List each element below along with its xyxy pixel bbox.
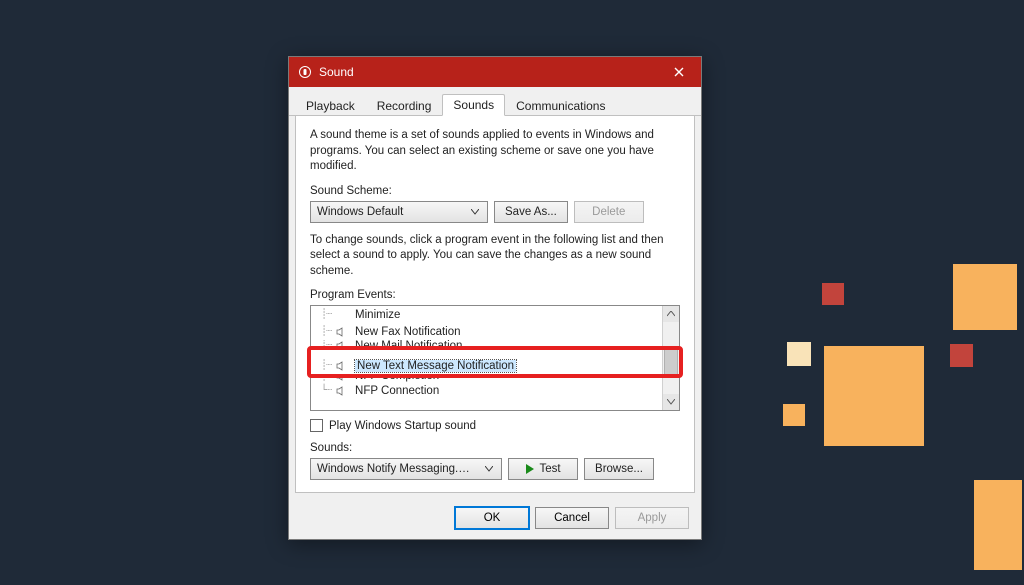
list-item[interactable]: └┈ NFP Connection: [311, 382, 662, 399]
sound-file-value: Windows Notify Messaging.wav: [317, 463, 477, 475]
startup-sound-checkbox[interactable]: [310, 419, 323, 432]
sound-icon: [335, 326, 349, 338]
event-label: NFP Completion: [355, 374, 439, 382]
change-description: To change sounds, click a program event …: [310, 233, 680, 280]
tab-recording[interactable]: Recording: [366, 95, 443, 116]
ok-button[interactable]: OK: [455, 507, 529, 529]
speaker-icon: [297, 64, 313, 80]
list-item[interactable]: ┊┈ Minimize: [311, 306, 662, 323]
deco-square-4: [824, 346, 924, 446]
event-label: NFP Connection: [355, 385, 439, 397]
chevron-down-icon: [467, 209, 483, 215]
scheme-description: A sound theme is a set of sounds applied…: [310, 128, 680, 175]
chevron-down-icon: [481, 466, 497, 472]
tree-line: ┊┈: [321, 360, 331, 371]
event-label: New Text Message Notification: [355, 360, 516, 372]
tab-sounds[interactable]: Sounds: [442, 94, 505, 116]
tab-playback[interactable]: Playback: [295, 95, 366, 116]
tree-line: ┊┈: [321, 326, 331, 337]
cancel-button[interactable]: Cancel: [535, 507, 609, 529]
window-title: Sound: [319, 65, 657, 79]
test-label: Test: [539, 463, 560, 475]
sound-icon: [335, 340, 349, 346]
browse-button[interactable]: Browse...: [584, 458, 654, 480]
event-label: Minimize: [355, 309, 400, 321]
scroll-up-button[interactable]: [663, 306, 679, 322]
sound-icon: [335, 360, 349, 372]
scroll-down-button[interactable]: [663, 394, 679, 410]
tree-line: ┊┈: [321, 340, 331, 346]
scrollbar[interactable]: [662, 306, 679, 410]
startup-sound-row[interactable]: Play Windows Startup sound: [310, 419, 680, 432]
scroll-thumb[interactable]: [664, 346, 678, 376]
delete-button[interactable]: Delete: [574, 201, 644, 223]
list-item[interactable]: ┊┈ New Mail Notification: [311, 340, 662, 346]
play-icon: [525, 464, 535, 474]
close-button[interactable]: [657, 57, 701, 87]
deco-square-6: [783, 404, 805, 426]
sound-icon: [335, 385, 349, 397]
titlebar[interactable]: Sound: [289, 57, 701, 87]
dialog-footer: OK Cancel Apply: [289, 499, 701, 539]
apply-button[interactable]: Apply: [615, 507, 689, 529]
test-button[interactable]: Test: [508, 458, 578, 480]
deco-square-2: [822, 283, 844, 305]
save-as-button[interactable]: Save As...: [494, 201, 568, 223]
tree-line: ┊┈: [321, 309, 331, 320]
startup-sound-label: Play Windows Startup sound: [329, 420, 476, 432]
sound-icon: [335, 374, 349, 382]
events-label: Program Events:: [310, 289, 680, 301]
list-item[interactable]: ┊┈ New Fax Notification: [311, 323, 662, 340]
sound-dialog: Sound Playback Recording Sounds Communic…: [288, 56, 702, 540]
tree-line: └┈: [321, 385, 331, 396]
tree-line: ┊┈: [321, 374, 331, 382]
scroll-track[interactable]: [663, 322, 679, 394]
program-events-list[interactable]: ┊┈ Minimize ┊┈ New Fax Notification ┊┈ N…: [310, 305, 680, 411]
tab-communications[interactable]: Communications: [505, 95, 616, 116]
event-label: New Mail Notification: [355, 340, 462, 346]
deco-square-5: [950, 344, 973, 367]
sound-scheme-value: Windows Default: [317, 206, 403, 218]
sounds-label: Sounds:: [310, 442, 680, 454]
list-item-selected[interactable]: ┊┈ New Text Message Notification: [311, 357, 662, 374]
list-item[interactable]: ┊┈ NFP Completion: [311, 374, 662, 382]
deco-square-7: [974, 480, 1022, 570]
deco-square-3: [787, 342, 811, 366]
scheme-label: Sound Scheme:: [310, 185, 680, 197]
sound-scheme-combo[interactable]: Windows Default: [310, 201, 488, 223]
deco-square-1: [953, 264, 1017, 330]
sounds-panel: A sound theme is a set of sounds applied…: [295, 116, 695, 493]
event-label: New Fax Notification: [355, 326, 460, 338]
sound-file-combo[interactable]: Windows Notify Messaging.wav: [310, 458, 502, 480]
tabstrip: Playback Recording Sounds Communications: [289, 87, 701, 116]
